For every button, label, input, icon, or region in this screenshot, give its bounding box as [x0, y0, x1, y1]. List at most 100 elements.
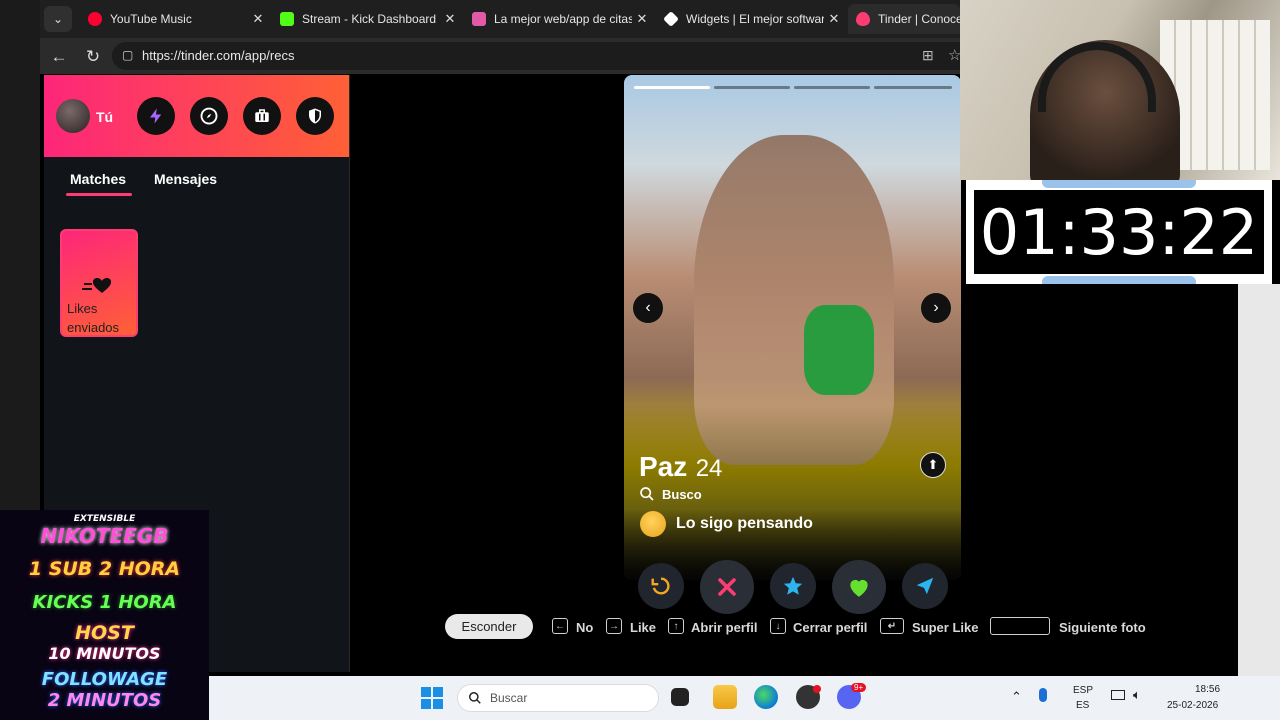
likes-sent-card[interactable]: Likes enviados: [60, 229, 138, 337]
timer-bottom-accent: [1042, 276, 1196, 284]
down-arrow-key-icon: ↓: [770, 618, 786, 634]
site-info-icon[interactable]: ▢: [122, 48, 133, 62]
promo-line: 2 MINUTOS: [47, 690, 162, 711]
desktop-background: [1238, 284, 1280, 676]
likes-sent-label: Likes enviados: [67, 301, 120, 335]
safety-button[interactable]: [296, 97, 334, 135]
browser-tab-bar: ⌄ YouTube Music ✕ Stream - Kick Dashboar…: [40, 0, 960, 38]
briefcase-icon: [255, 109, 269, 122]
profile-card[interactable]: ‹ › Paz 24 ⬆ Busco Lo sigo pensando: [624, 75, 961, 580]
heart-icon: [850, 579, 868, 597]
keyboard-shortcuts-bar: Esconder ← No → Like ↑ Abrir perfil ↓ Ce…: [440, 612, 1160, 642]
sidebar-header: Tú: [44, 75, 349, 157]
tab-kick-dashboard[interactable]: Stream - Kick Dashboard ✕: [272, 4, 460, 34]
back-button[interactable]: ←: [48, 46, 70, 68]
tab-tinder[interactable]: Tinder | Conoce: [848, 4, 960, 34]
work-button[interactable]: [243, 97, 281, 135]
photo-progress-bar: [634, 86, 710, 89]
profile-photo-garment: [804, 305, 874, 395]
taskbar-search-box[interactable]: Buscar: [457, 684, 659, 712]
compass-icon: [200, 107, 218, 125]
shortcut-next-photo-label: Siguiente foto: [1059, 620, 1146, 635]
tab-matches[interactable]: Matches: [70, 171, 126, 187]
language-indicator[interactable]: ESP: [1073, 685, 1093, 696]
next-photo-button[interactable]: ›: [921, 293, 951, 323]
tab-widgets[interactable]: Widgets | El mejor software ✕: [656, 4, 844, 34]
shield-icon: [309, 108, 321, 124]
clock-date[interactable]: 25-02-2026: [1167, 700, 1218, 711]
tab-list-button[interactable]: ⌄: [44, 6, 72, 32]
windows-logo-icon: [421, 687, 431, 697]
reload-button[interactable]: ↻: [82, 46, 104, 68]
tab-messages[interactable]: Mensajes: [154, 171, 217, 187]
explore-button[interactable]: [190, 97, 228, 135]
file-explorer-icon[interactable]: [713, 685, 737, 709]
close-icon[interactable]: ✕: [632, 11, 652, 27]
looking-for-label: Busco: [662, 486, 702, 502]
rewind-button[interactable]: [638, 563, 684, 609]
microphone-icon[interactable]: [1039, 688, 1047, 702]
boost-button[interactable]: [137, 97, 175, 135]
photo-progress-bar: [794, 86, 870, 89]
edge-browser-icon[interactable]: [754, 685, 778, 709]
timer-display: 01:33:22: [974, 190, 1264, 274]
like-button[interactable]: [832, 560, 886, 614]
notification-dot: [813, 685, 821, 693]
address-bar[interactable]: ▢ https://tinder.com/app/recs ⊞ ☆: [112, 42, 972, 70]
right-arrow-key-icon: →: [606, 618, 622, 634]
close-icon[interactable]: ✕: [248, 11, 268, 27]
shortcut-close-profile-label: Cerrar perfil: [793, 620, 868, 635]
thinking-emoji-icon: [640, 511, 666, 537]
volume-icon[interactable]: 🔈︎: [1133, 687, 1141, 703]
rewind-icon: [651, 577, 670, 595]
promo-line: HOST: [75, 622, 134, 644]
boost-send-button[interactable]: [902, 563, 948, 609]
webcam-overlay: [960, 0, 1280, 190]
nope-button[interactable]: [700, 560, 754, 614]
looking-for-row: Busco: [639, 486, 702, 502]
tab-dating-site[interactable]: La mejor web/app de citas g ✕: [464, 4, 652, 34]
search-icon: [640, 487, 654, 501]
kick-icon: [280, 12, 294, 26]
close-icon[interactable]: ✕: [824, 11, 844, 27]
heart-send-icon: [82, 278, 112, 293]
promo-line: FOLLOWAGE: [41, 669, 168, 690]
close-icon[interactable]: ✕: [440, 11, 460, 27]
arrow-up-icon: ⬆: [927, 457, 939, 472]
user-label[interactable]: Tú: [96, 109, 113, 125]
stream-promo-overlay: EXTENSIBLE NIKOTEEGB 1 SUB 2 HORA KICKS …: [0, 510, 209, 720]
start-button[interactable]: [421, 687, 443, 709]
tab-youtube-music[interactable]: YouTube Music ✕: [80, 4, 268, 34]
profile-age: 24: [695, 455, 723, 482]
previous-photo-button[interactable]: ‹: [633, 293, 663, 323]
network-icon[interactable]: [1111, 690, 1125, 700]
discord-badge: 9+: [851, 683, 867, 692]
left-arrow-key-icon: ←: [552, 618, 568, 634]
clock-time[interactable]: 18:56: [1195, 684, 1220, 695]
app-install-icon[interactable]: ⊞: [922, 47, 934, 64]
lightning-icon: [150, 108, 162, 124]
hide-shortcuts-button[interactable]: Esconder: [445, 614, 533, 639]
shortcut-like-label: Like: [630, 620, 657, 635]
windows-taskbar: Buscar 9+ ⌃ ESP ES 🔈︎ 18:56 25-02-2026: [209, 676, 1280, 720]
keyboard-layout-indicator[interactable]: ES: [1076, 700, 1089, 711]
avatar[interactable]: [56, 99, 90, 133]
shortcut-no-label: No: [576, 620, 594, 635]
open-profile-button[interactable]: ⬆: [920, 452, 946, 478]
stream-timer: 01:33:22: [966, 180, 1272, 284]
super-like-button[interactable]: [770, 563, 816, 609]
shortcut-open-profile-label: Abrir perfil: [691, 620, 758, 635]
shortcut-super-like-label: Super Like: [912, 620, 979, 635]
tinder-flame-icon: [856, 12, 870, 26]
photo-progress-bar: [874, 86, 952, 89]
youtube-music-icon: [88, 12, 102, 26]
send-icon: [916, 577, 934, 595]
promo-line: KICKS 1 HORA: [32, 592, 177, 613]
chevron-up-icon[interactable]: ⌃: [1011, 689, 1022, 705]
taskbar-search-placeholder: Buscar: [490, 691, 528, 705]
promo-line: 10 MINUTOS: [48, 644, 161, 663]
looking-for-value-row: Lo sigo pensando: [640, 511, 813, 537]
task-view-icon[interactable]: [671, 688, 689, 706]
promo-line: EXTENSIBLE: [73, 514, 136, 524]
active-tab-underline: [66, 193, 132, 196]
